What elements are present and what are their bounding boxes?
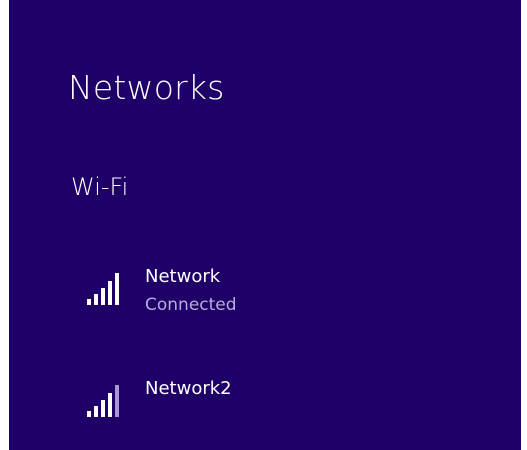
signal-bar-4 [108,281,112,305]
signal-bar-4 [108,393,112,417]
wifi-signal-icon [87,273,119,305]
signal-bar-1 [87,411,91,417]
signal-bar-1 [87,299,91,305]
network-name: Network [145,266,221,287]
signal-bar-3 [101,288,105,305]
wifi-signal-icon [87,385,119,417]
panel-title: Networks [68,68,225,107]
signal-bar-3 [101,400,105,417]
network-status: Connected [145,295,237,315]
network-item-network[interactable]: Network Connected [83,265,503,319]
signal-bar-2 [94,406,98,417]
networks-panel: Networks Wi-Fi Network Connected Network… [9,0,521,450]
signal-bar-5 [115,385,119,417]
signal-bar-5 [115,273,119,305]
signal-bar-2 [94,294,98,305]
network-name: Network2 [145,378,232,399]
network-item-network2[interactable]: Network2 [83,377,503,431]
wifi-section-label: Wi-Fi [71,173,129,201]
